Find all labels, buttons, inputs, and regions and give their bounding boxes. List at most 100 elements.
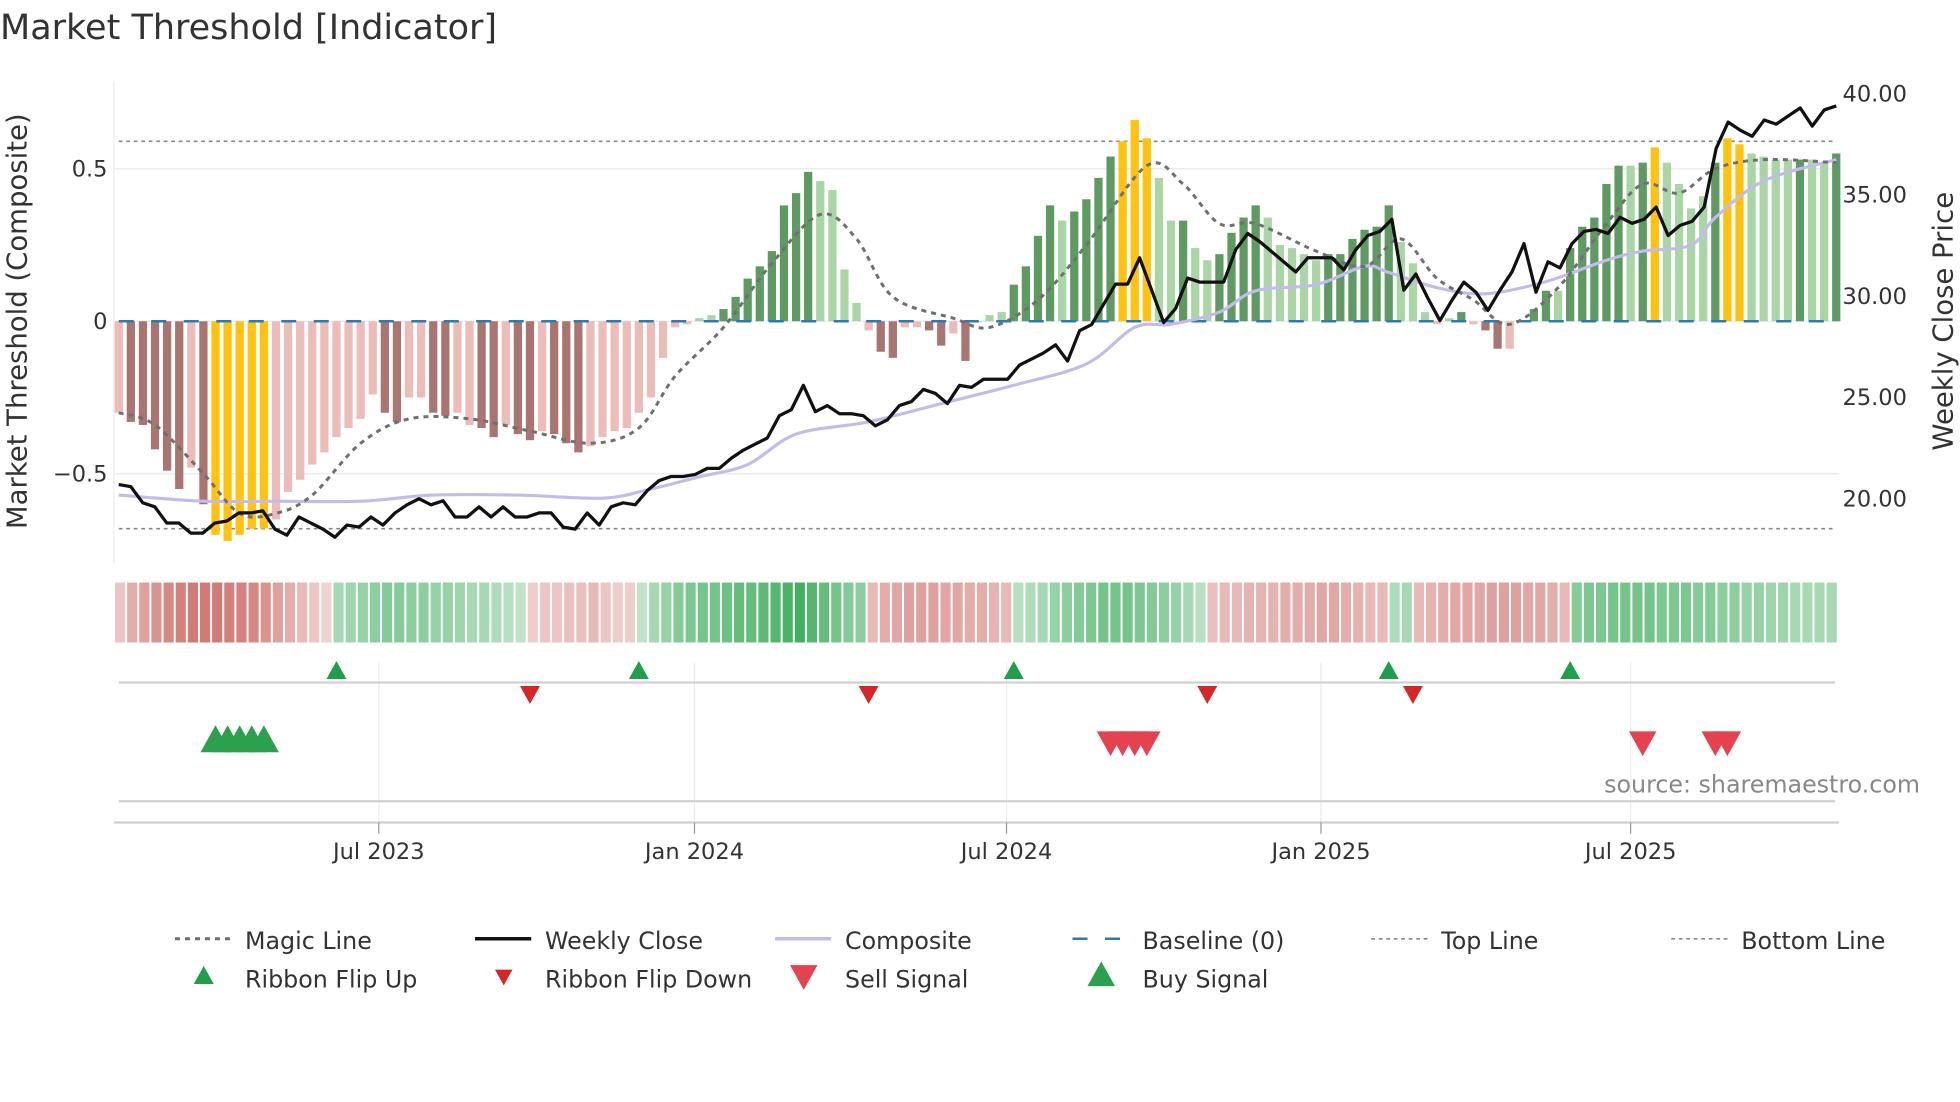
ribbon-flip-down-marker — [1402, 686, 1423, 704]
ribbon-cell — [1717, 582, 1728, 643]
ribbon-cell — [1353, 582, 1364, 643]
ribbon-cell — [1426, 582, 1437, 643]
ribbon-cell — [1365, 582, 1376, 643]
composite-bar — [755, 266, 764, 322]
composite-bar — [429, 321, 438, 413]
ribbon-cell — [989, 582, 1000, 643]
composite-bar — [1747, 153, 1756, 322]
ribbon-cell — [199, 582, 211, 643]
ribbon-cell — [1183, 582, 1194, 643]
ribbon-cell — [479, 582, 490, 643]
ribbon-cell — [1098, 582, 1109, 643]
ribbon-cell — [139, 582, 150, 643]
ribbon-cell — [855, 582, 866, 643]
composite-bar — [296, 321, 305, 480]
left-tick-label: 0 — [93, 309, 107, 335]
ribbon-cell — [1778, 582, 1789, 643]
composite-bar — [1735, 144, 1744, 322]
ribbon-cell — [1025, 582, 1036, 643]
composite-bar — [1021, 266, 1031, 322]
ribbon-cell — [1705, 582, 1716, 643]
right-axis-label: Weekly Close Price — [1928, 192, 1960, 451]
ribbon-cell — [964, 582, 975, 643]
ribbon-cell — [649, 582, 660, 643]
ribbon-cell — [1547, 582, 1558, 643]
composite-bar — [646, 321, 656, 398]
ribbon-cell — [467, 582, 478, 643]
ribbon-cell — [454, 582, 466, 643]
ribbon-cell — [1632, 582, 1643, 643]
composite-bar — [1178, 220, 1188, 322]
ribbon-cell — [576, 582, 587, 643]
chart-title: Market Threshold [Indicator] — [0, 8, 497, 48]
composite-bar — [961, 321, 970, 361]
composite-bar — [537, 321, 547, 432]
composite-bar — [368, 321, 377, 395]
ribbon-cell — [527, 582, 538, 643]
ribbon-cell — [1765, 582, 1777, 643]
legend-flip-down-icon — [495, 969, 513, 986]
composite-bar — [126, 321, 135, 422]
composite-bar — [1614, 165, 1623, 322]
composite-bar — [344, 321, 353, 428]
legend-label: Buy Signal — [1143, 966, 1269, 994]
ribbon-cell — [1304, 582, 1315, 643]
legend-sell-icon — [790, 965, 818, 990]
composite-bar — [840, 269, 849, 322]
composite-bar — [828, 190, 837, 322]
ribbon-cell — [345, 582, 356, 643]
ribbon-cell — [1049, 582, 1060, 643]
composite-bar — [985, 315, 994, 322]
ribbon-cell — [1693, 582, 1704, 643]
ribbon-cell — [1523, 582, 1534, 643]
composite-bar — [924, 321, 934, 331]
ribbon-cell — [333, 582, 344, 643]
composite-bar — [586, 321, 595, 447]
ribbon-cell — [236, 582, 247, 643]
legend-label: Composite — [845, 927, 972, 955]
composite-bar — [308, 321, 317, 465]
ribbon-cell — [1061, 582, 1072, 643]
ribbon-cell — [442, 582, 453, 643]
ribbon-cell — [1292, 582, 1303, 643]
composite-bar — [1312, 260, 1321, 322]
composite-bar — [610, 321, 619, 432]
composite-bar — [1590, 217, 1599, 322]
ribbon-cell — [1110, 582, 1121, 643]
ribbon-cell — [382, 582, 393, 643]
ribbon-cell — [1001, 582, 1012, 643]
composite-bar — [332, 321, 341, 438]
ribbon-flip-up-marker — [1378, 661, 1399, 679]
composite-bar — [779, 205, 789, 322]
ribbon-cell — [552, 582, 563, 643]
composite-bar — [477, 321, 486, 428]
composite-bar — [743, 278, 752, 322]
ribbon-cell — [1086, 582, 1097, 643]
composite-bar — [912, 321, 922, 328]
ribbon-cell — [515, 582, 526, 643]
composite-bar — [163, 321, 172, 471]
composite-bar — [767, 251, 777, 322]
ribbon-cell — [1243, 582, 1255, 643]
composite-bar — [187, 321, 196, 468]
ribbon-cell — [806, 582, 818, 643]
ribbon-cell — [406, 582, 417, 643]
ribbon-cell — [1413, 582, 1425, 643]
ribbon-cell — [1450, 582, 1461, 643]
ribbon-cell — [904, 582, 915, 643]
composite-bar — [1203, 260, 1212, 322]
composite-bar — [417, 321, 426, 398]
ribbon-cell — [212, 582, 223, 643]
composite-bar — [731, 296, 740, 322]
composite-bar — [1045, 205, 1055, 322]
ribbon-cell — [491, 582, 502, 643]
ribbon-cell — [612, 582, 623, 643]
ribbon-cell — [891, 582, 903, 643]
ribbon-cell — [1389, 582, 1400, 643]
composite-bar — [1082, 199, 1091, 322]
ribbon-cell — [1644, 582, 1655, 643]
ribbon-cell — [1316, 582, 1327, 643]
composite-bar — [1420, 312, 1430, 322]
composite-bar — [1566, 248, 1575, 322]
ribbon-cell — [1741, 582, 1752, 643]
